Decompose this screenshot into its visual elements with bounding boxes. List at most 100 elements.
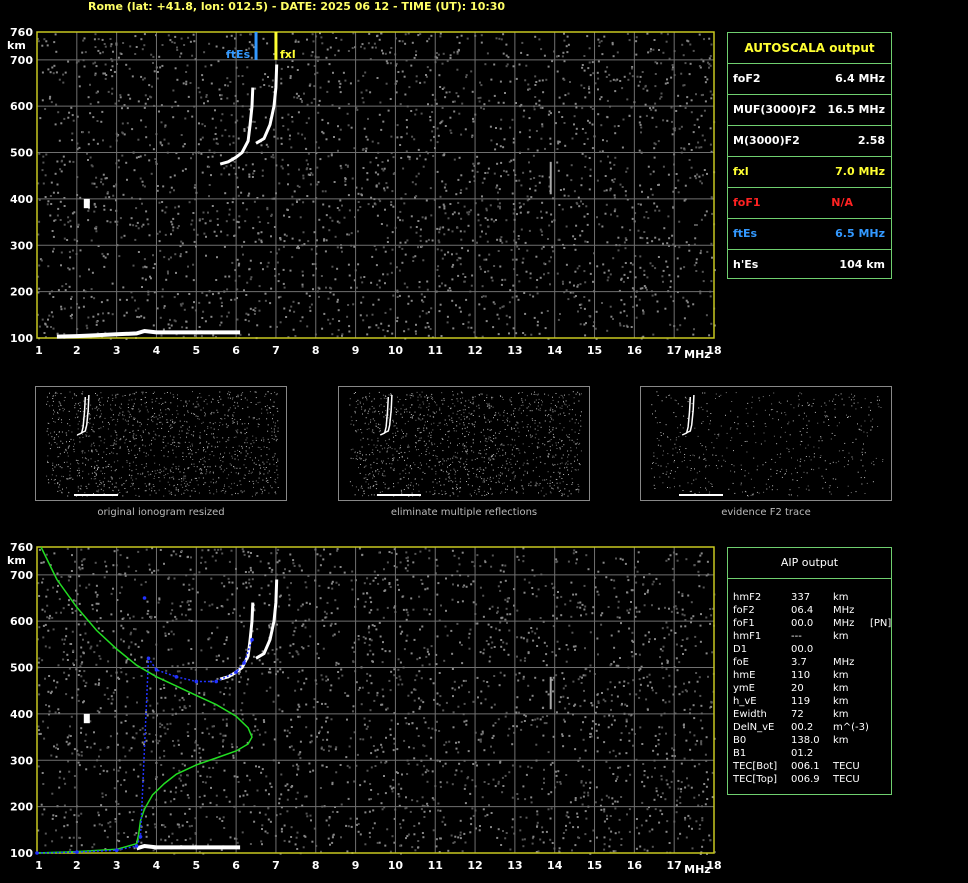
noise-dot bbox=[437, 134, 440, 137]
noise-dot bbox=[605, 760, 608, 763]
noise-dot bbox=[232, 141, 235, 144]
noise-dot bbox=[286, 798, 289, 801]
noise-dot bbox=[301, 133, 304, 136]
noise-dot bbox=[440, 249, 443, 252]
noise-dot bbox=[140, 583, 143, 586]
noise-dot bbox=[457, 178, 460, 181]
noise-dot bbox=[597, 723, 600, 726]
noise-dot bbox=[656, 205, 659, 208]
noise-dot bbox=[526, 211, 529, 214]
noise-dot bbox=[196, 744, 199, 747]
noise-dot bbox=[489, 636, 492, 639]
noise-dot bbox=[185, 251, 188, 254]
noise-dot bbox=[516, 696, 519, 699]
noise-dot bbox=[624, 190, 627, 193]
noise-dot bbox=[70, 297, 72, 300]
noise-dot bbox=[357, 635, 360, 637]
noise-dot bbox=[676, 611, 679, 614]
noise-dot bbox=[422, 165, 425, 168]
noise-dot bbox=[347, 194, 350, 197]
noise-dot bbox=[508, 316, 511, 319]
noise-dot bbox=[423, 810, 426, 813]
noise-dot bbox=[384, 52, 387, 55]
noise-dot bbox=[588, 188, 591, 191]
noise-dot bbox=[141, 286, 143, 288]
noise-dot bbox=[705, 314, 708, 317]
noise-dot bbox=[502, 33, 505, 36]
noise-dot bbox=[37, 725, 40, 728]
noise-dot bbox=[231, 581, 234, 584]
noise-dot bbox=[100, 178, 103, 181]
noise-dot bbox=[296, 791, 299, 794]
noise-dot bbox=[423, 646, 426, 649]
noise-dot bbox=[305, 677, 308, 680]
noise-dot bbox=[79, 655, 82, 658]
noise-dot bbox=[427, 727, 430, 730]
noise-dot bbox=[296, 708, 299, 711]
noise-dot bbox=[344, 163, 347, 166]
noise-dot bbox=[395, 80, 398, 83]
noise-dot bbox=[120, 671, 123, 674]
noise-dot bbox=[226, 315, 229, 318]
noise-dot bbox=[432, 126, 435, 128]
noise-dot bbox=[181, 302, 184, 305]
noise-dot bbox=[242, 625, 245, 628]
noise-dot bbox=[509, 126, 512, 129]
noise-dot bbox=[193, 301, 195, 304]
noise-dot bbox=[563, 247, 566, 249]
noise-dot bbox=[265, 143, 268, 146]
noise-dot bbox=[330, 622, 333, 625]
noise-dot bbox=[38, 684, 41, 687]
noise-dot bbox=[376, 214, 379, 217]
noise-dot bbox=[579, 307, 582, 309]
noise-dot bbox=[584, 240, 587, 243]
noise-dot bbox=[111, 65, 114, 68]
noise-dot bbox=[399, 826, 402, 829]
noise-dot bbox=[511, 258, 514, 261]
noise-dot bbox=[582, 721, 584, 724]
noise-dot bbox=[607, 726, 610, 729]
noise-dot bbox=[536, 279, 539, 281]
noise-dot bbox=[445, 701, 448, 704]
noise-dot bbox=[603, 741, 606, 744]
noise-dot bbox=[559, 782, 562, 785]
noise-dot bbox=[408, 723, 410, 726]
noise-dot bbox=[207, 211, 209, 214]
noise-dot bbox=[581, 107, 584, 110]
noise-dot bbox=[398, 40, 401, 43]
noise-dot bbox=[325, 214, 328, 217]
noise-dot bbox=[185, 83, 188, 86]
noise-dot bbox=[688, 143, 691, 146]
noise-dot bbox=[430, 736, 433, 739]
noise-dot bbox=[470, 583, 473, 586]
noise-dot bbox=[706, 250, 709, 253]
noise-dot bbox=[97, 627, 100, 630]
noise-dot bbox=[163, 256, 166, 259]
noise-dot bbox=[42, 561, 45, 564]
noise-dot bbox=[321, 118, 324, 121]
noise-dot bbox=[325, 720, 327, 723]
noise-dot bbox=[710, 322, 713, 325]
noise-dot bbox=[73, 238, 76, 241]
noise-dot bbox=[334, 599, 337, 602]
noise-dot bbox=[261, 824, 264, 827]
noise-dot bbox=[370, 798, 372, 800]
noise-dot bbox=[270, 785, 273, 788]
noise-dot bbox=[287, 113, 290, 116]
noise-dot bbox=[247, 678, 250, 681]
noise-dot bbox=[552, 690, 554, 693]
noise-dot bbox=[365, 135, 368, 138]
noise-dot bbox=[52, 628, 55, 631]
noise-dot bbox=[147, 631, 150, 634]
noise-dot bbox=[46, 44, 49, 47]
noise-dot bbox=[628, 693, 631, 696]
noise-dot bbox=[702, 839, 705, 842]
noise-dot bbox=[568, 624, 571, 627]
y-tick-label: 700 bbox=[10, 54, 33, 67]
noise-dot bbox=[589, 732, 592, 735]
noise-dot bbox=[48, 617, 51, 620]
noise-dot bbox=[535, 81, 538, 83]
noise-dot bbox=[109, 45, 112, 48]
noise-dot bbox=[141, 202, 143, 205]
noise-dot bbox=[56, 214, 59, 217]
